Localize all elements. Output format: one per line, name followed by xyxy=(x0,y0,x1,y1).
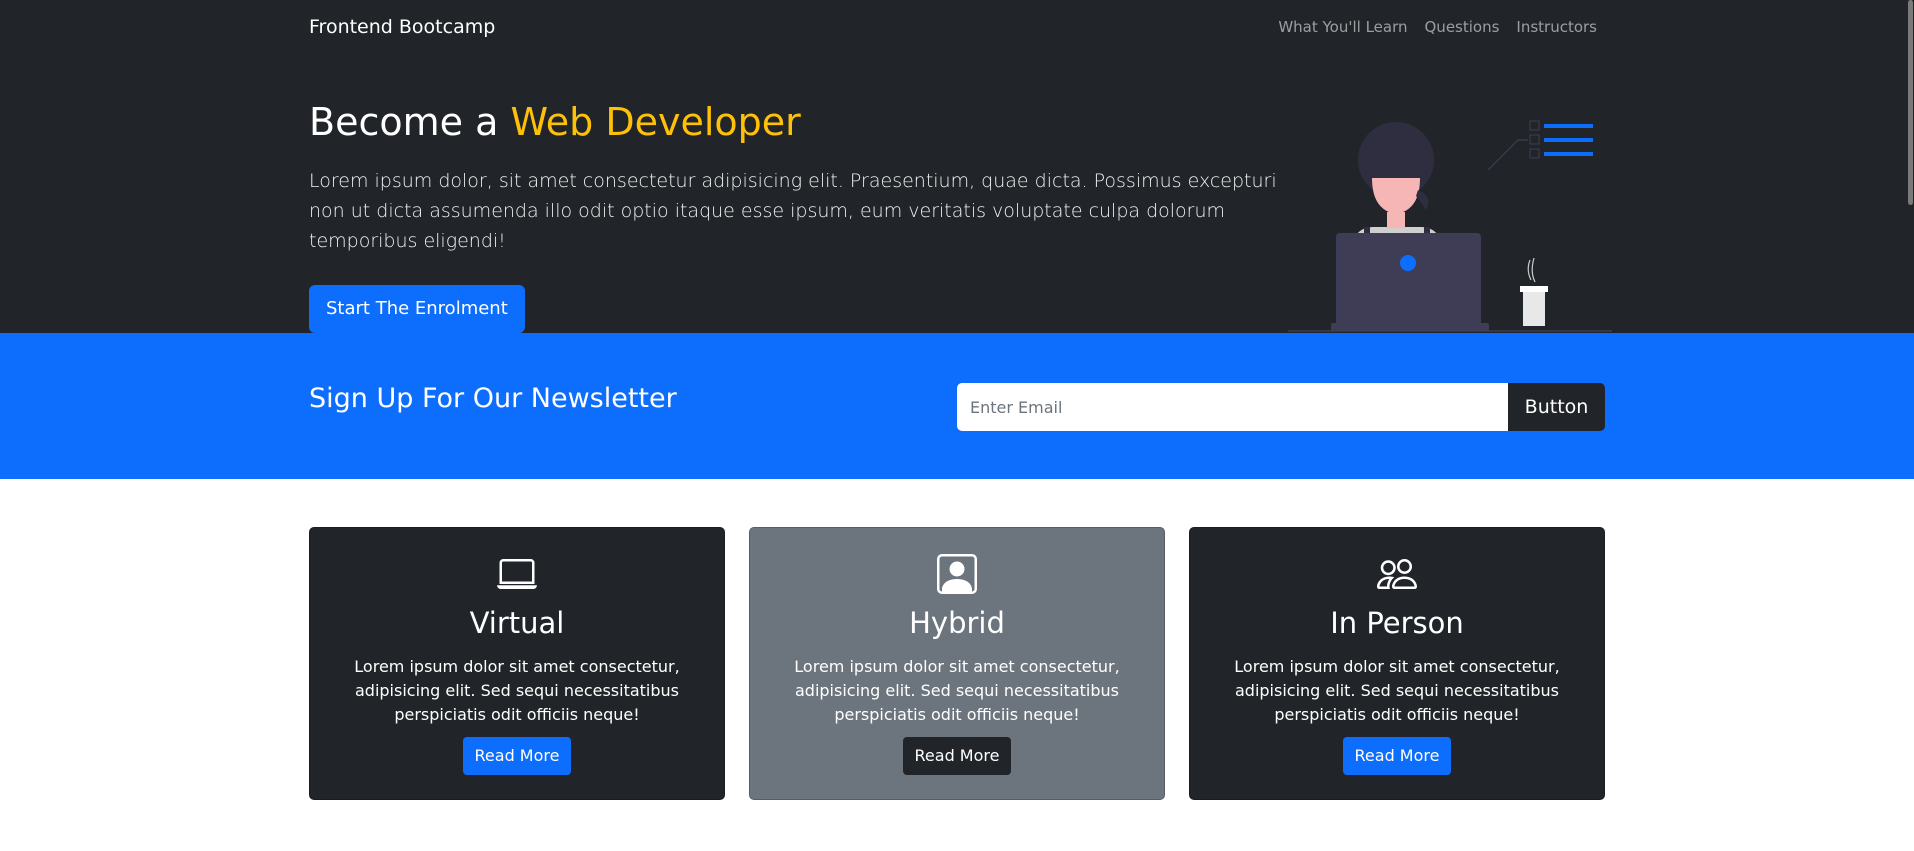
person-badge-icon xyxy=(750,554,1164,594)
laptop-graphic xyxy=(1331,233,1489,331)
hero-section: Become a Web Developer Lorem ipsum dolor… xyxy=(0,54,1914,333)
scrollbar-thumb[interactable] xyxy=(1908,0,1913,205)
nav-link-questions[interactable]: Questions xyxy=(1425,18,1500,36)
cup-graphic xyxy=(1520,257,1548,326)
hero-lead: Lorem ipsum dolor, sit amet consectetur … xyxy=(309,169,1277,252)
read-more-button[interactable]: Read More xyxy=(462,736,572,775)
newsletter-title: Sign Up For Our Newsletter xyxy=(309,383,677,414)
navbar: Frontend Bootcamp What You'll Learn Ques… xyxy=(0,0,1914,54)
card-text: Lorem ipsum dolor sit amet consectetur, … xyxy=(354,656,680,724)
email-input[interactable] xyxy=(957,383,1508,431)
hero-title-accent: Web Developer xyxy=(510,100,801,144)
card-title: Virtual xyxy=(469,606,565,640)
hero-title-prefix: Become a xyxy=(309,100,511,144)
nav-link-instructors[interactable]: Instructors xyxy=(1516,18,1597,36)
boxes-section: Virtual Lorem ipsum dolor sit amet conse… xyxy=(0,527,1914,800)
newsletter-section: Sign Up For Our Newsletter Button xyxy=(0,333,1914,479)
newsletter-submit-button[interactable]: Button xyxy=(1508,383,1605,431)
start-enrolment-button[interactable]: Start The Enrolment xyxy=(309,285,525,333)
checklist-graphic xyxy=(1487,120,1593,171)
nav-link-what-youll-learn[interactable]: What You'll Learn xyxy=(1278,18,1407,36)
hero-title: Become a Web Developer xyxy=(309,100,1279,146)
page-scrollbar[interactable] xyxy=(1906,0,1914,851)
nav-links: What You'll Learn Questions Instructors xyxy=(1278,18,1597,36)
people-icon xyxy=(1190,554,1604,594)
hero-text: Become a Web Developer Lorem ipsum dolor… xyxy=(309,100,1279,256)
laptop-icon xyxy=(310,554,724,594)
card-text: Lorem ipsum dolor sit amet consectetur, … xyxy=(794,656,1120,724)
read-more-button[interactable]: Read More xyxy=(902,736,1012,775)
card-hybrid: Hybrid Lorem ipsum dolor sit amet consec… xyxy=(749,527,1165,800)
newsletter-form: Button xyxy=(957,383,1605,431)
card-title: Hybrid xyxy=(909,606,1005,640)
card-virtual: Virtual Lorem ipsum dolor sit amet conse… xyxy=(309,527,725,800)
card-in-person: In Person Lorem ipsum dolor sit amet con… xyxy=(1189,527,1605,800)
woman-with-laptop-illustration xyxy=(1288,120,1612,332)
card-text: Lorem ipsum dolor sit amet consectetur, … xyxy=(1234,656,1560,724)
card-title: In Person xyxy=(1330,606,1464,640)
brand-link[interactable]: Frontend Bootcamp xyxy=(309,16,495,38)
read-more-button[interactable]: Read More xyxy=(1342,736,1452,775)
